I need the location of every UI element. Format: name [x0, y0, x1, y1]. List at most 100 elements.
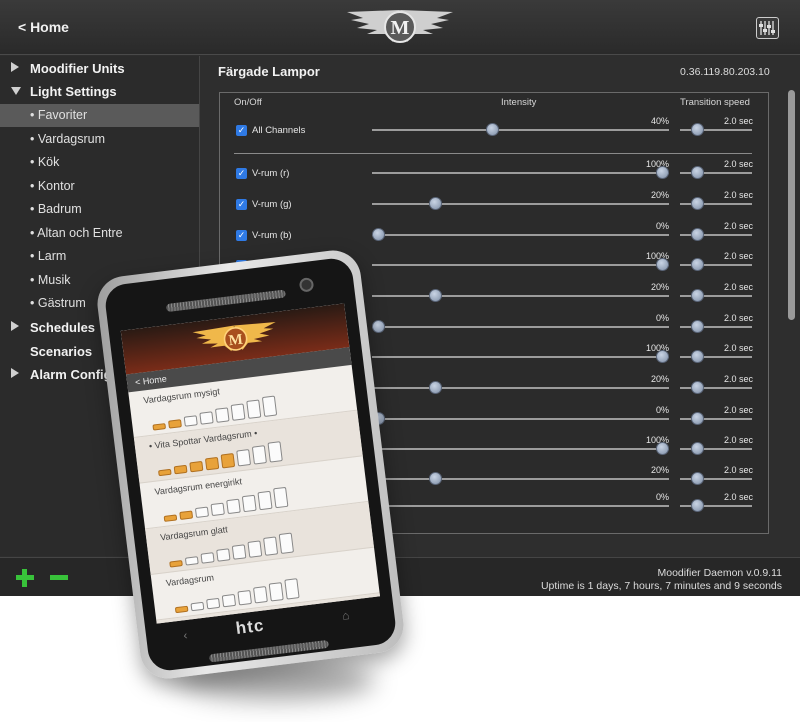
bottom-bar: Moodifier Daemon v.0.9.11 Uptime is 1 da… [0, 557, 800, 596]
intensity-slider-track[interactable] [372, 418, 669, 420]
sidebar-subitem-kontor[interactable]: • Kontor [0, 175, 199, 198]
expand-arrow-icon[interactable] [11, 321, 19, 331]
intensity-slider-handle[interactable] [428, 381, 442, 394]
intensity-slider-handle[interactable] [656, 258, 669, 271]
transition-slider-handle[interactable] [690, 320, 704, 333]
transition-slider-handle[interactable] [690, 289, 704, 302]
mobile-level-bar [236, 449, 252, 467]
intensity-slider-track[interactable] [372, 326, 669, 328]
intensity-slider-handle[interactable] [485, 123, 499, 136]
transition-value: 2.0 sec [723, 190, 753, 200]
sidebar-subitem-altan-och-entre[interactable]: • Altan och Entre [0, 222, 199, 245]
sidebar-subitem-label: • Larm [30, 249, 67, 263]
transition-slider-handle[interactable] [690, 166, 704, 179]
intensity-slider-track[interactable] [372, 505, 669, 507]
transition-value: 2.0 sec [723, 251, 753, 261]
mobile-level-bar [200, 552, 215, 564]
mobile-level-bar [251, 445, 267, 465]
home-key-icon[interactable]: ⌂ [341, 608, 350, 623]
mobile-level-bar [189, 460, 204, 473]
mobile-level-bar [284, 578, 300, 600]
channel-checkbox[interactable]: ✓ [236, 168, 247, 179]
sidebar-subitem-label: • Musik [30, 273, 71, 287]
intensity-slider-track[interactable] [372, 129, 669, 131]
sidebar-item-moodifier-units[interactable]: Moodifier Units [0, 57, 199, 80]
mobile-level-bar [247, 540, 263, 558]
transition-slider-handle[interactable] [690, 381, 704, 394]
intensity-slider-track[interactable] [372, 448, 669, 450]
plus-icon[interactable] [16, 569, 34, 587]
mobile-level-bar [226, 498, 241, 515]
sidebar-subitem-label: • Kontor [30, 179, 75, 193]
intensity-slider-track[interactable] [372, 203, 669, 205]
intensity-slider-track[interactable] [372, 264, 669, 266]
mobile-level-bar [210, 502, 225, 517]
sidebar-subitem-larm[interactable]: • Larm [0, 245, 199, 268]
mobile-level-bar [169, 560, 183, 568]
transition-slider-handle[interactable] [690, 350, 704, 363]
transition-value: 2.0 sec [723, 343, 753, 353]
intensity-slider-handle[interactable] [656, 442, 669, 455]
divider [234, 153, 752, 154]
intensity-slider-track[interactable] [372, 478, 669, 480]
all-channels-checkbox[interactable]: ✓ [236, 125, 247, 136]
collapse-arrow-icon[interactable] [11, 87, 21, 95]
intensity-value: 0% [655, 492, 669, 502]
mobile-level-bar [220, 452, 236, 469]
mobile-level-bar [263, 536, 279, 556]
intensity-slider-track[interactable] [372, 295, 669, 297]
transition-value: 2.0 sec [723, 374, 753, 384]
daemon-version: Moodifier Daemon v.0.9.11 [657, 567, 782, 579]
sidebar-item-label: Light Settings [30, 84, 117, 99]
mixer-sliders-icon[interactable] [756, 17, 779, 39]
transition-slider-handle[interactable] [690, 228, 704, 241]
sidebar-subitem-vardagsrum[interactable]: • Vardagsrum [0, 128, 199, 151]
intensity-value: 20% [650, 465, 669, 475]
sidebar-item-light-settings[interactable]: Light Settings [0, 80, 199, 103]
top-bar: < Home M [0, 0, 800, 55]
intensity-slider-track[interactable] [372, 172, 669, 174]
channel-checkbox[interactable]: ✓ [236, 199, 247, 210]
mobile-level-bar [194, 506, 210, 519]
sidebar-subitem-kok[interactable]: • Kök [0, 151, 199, 174]
ip-address: 0.36.119.80.203.10 [680, 66, 770, 78]
sidebar-subitem-badrum[interactable]: • Badrum [0, 198, 199, 221]
intensity-slider-handle[interactable] [428, 472, 442, 485]
intensity-slider-handle[interactable] [428, 289, 442, 302]
minus-icon[interactable] [50, 575, 68, 580]
intensity-slider-handle[interactable] [372, 228, 385, 241]
transition-slider-handle[interactable] [690, 499, 704, 512]
transition-value: 2.0 sec [723, 282, 753, 292]
intensity-slider-track[interactable] [372, 356, 669, 358]
mobile-level-bar [179, 510, 194, 520]
scrollbar-thumb[interactable] [788, 90, 795, 320]
back-icon[interactable]: ‹ [182, 628, 188, 642]
mobile-scene-label: Vardagsrum [165, 572, 215, 589]
scrollbar[interactable] [787, 88, 797, 558]
mobile-level-bar [241, 494, 257, 513]
winged-m-logo: M [347, 10, 453, 43]
sidebar-subitem-label: • Altan och Entre [30, 226, 123, 240]
channel-checkbox[interactable]: ✓ [236, 230, 247, 241]
transition-slider-handle[interactable] [690, 412, 704, 425]
transition-slider-handle[interactable] [690, 442, 704, 455]
intensity-slider-track[interactable] [372, 387, 669, 389]
transition-slider-handle[interactable] [690, 258, 704, 271]
mobile-level-bar [278, 532, 295, 554]
intensity-slider-handle[interactable] [656, 166, 669, 179]
mobile-level-bar [184, 556, 199, 566]
intensity-slider-handle[interactable] [372, 320, 385, 333]
intensity-slider-handle[interactable] [656, 350, 669, 363]
transition-slider-handle[interactable] [690, 197, 704, 210]
sidebar-item-label: Scenarios [30, 344, 93, 359]
intensity-slider-handle[interactable] [428, 197, 442, 210]
transition-slider-handle[interactable] [690, 123, 704, 136]
expand-arrow-icon[interactable] [11, 368, 19, 378]
mobile-level-bar [237, 589, 252, 606]
sidebar-subitem-favoriter[interactable]: • Favoriter [0, 104, 199, 127]
expand-arrow-icon[interactable] [11, 62, 19, 72]
transition-slider-handle[interactable] [690, 472, 704, 485]
intensity-slider-track[interactable] [372, 234, 669, 236]
transition-value: 2.0 sec [723, 435, 753, 445]
home-button[interactable]: < Home [18, 19, 69, 35]
